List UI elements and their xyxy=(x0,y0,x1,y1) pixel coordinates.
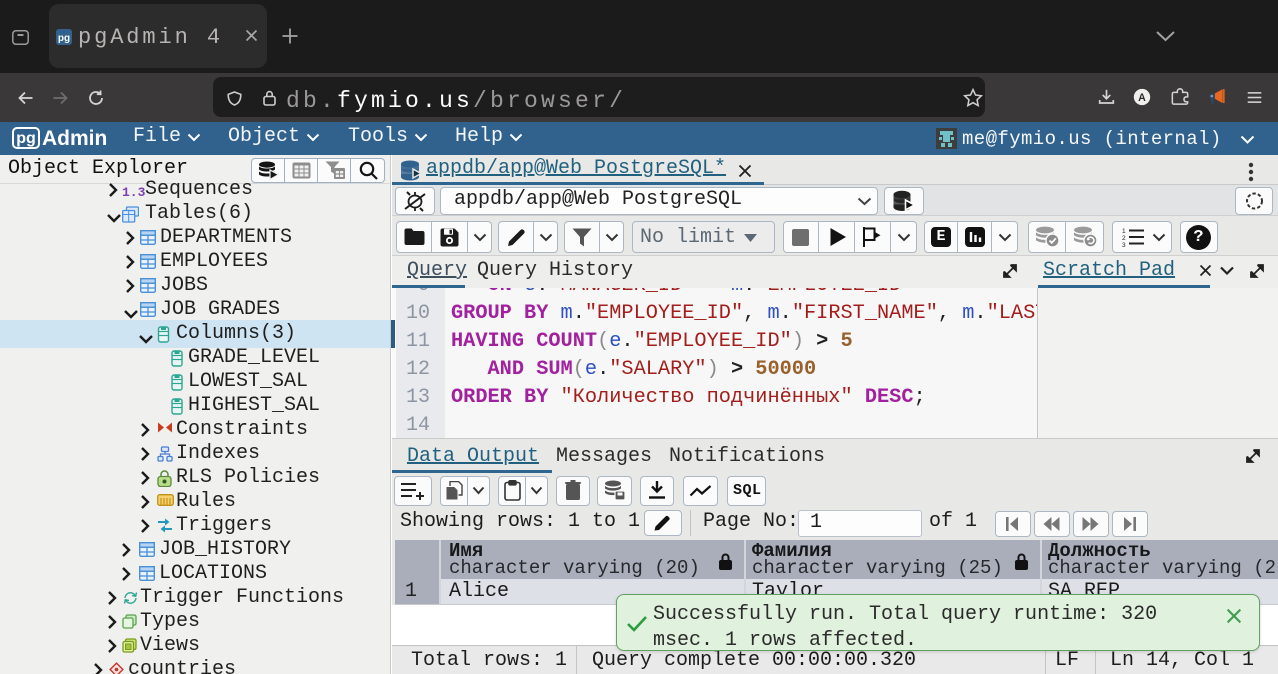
svg-text:A: A xyxy=(1138,92,1146,104)
svg-text:pg: pg xyxy=(58,33,70,44)
svg-text:2: 2 xyxy=(1122,235,1126,242)
svg-text:1: 1 xyxy=(1122,228,1126,235)
svg-text:3: 3 xyxy=(1122,242,1126,247)
